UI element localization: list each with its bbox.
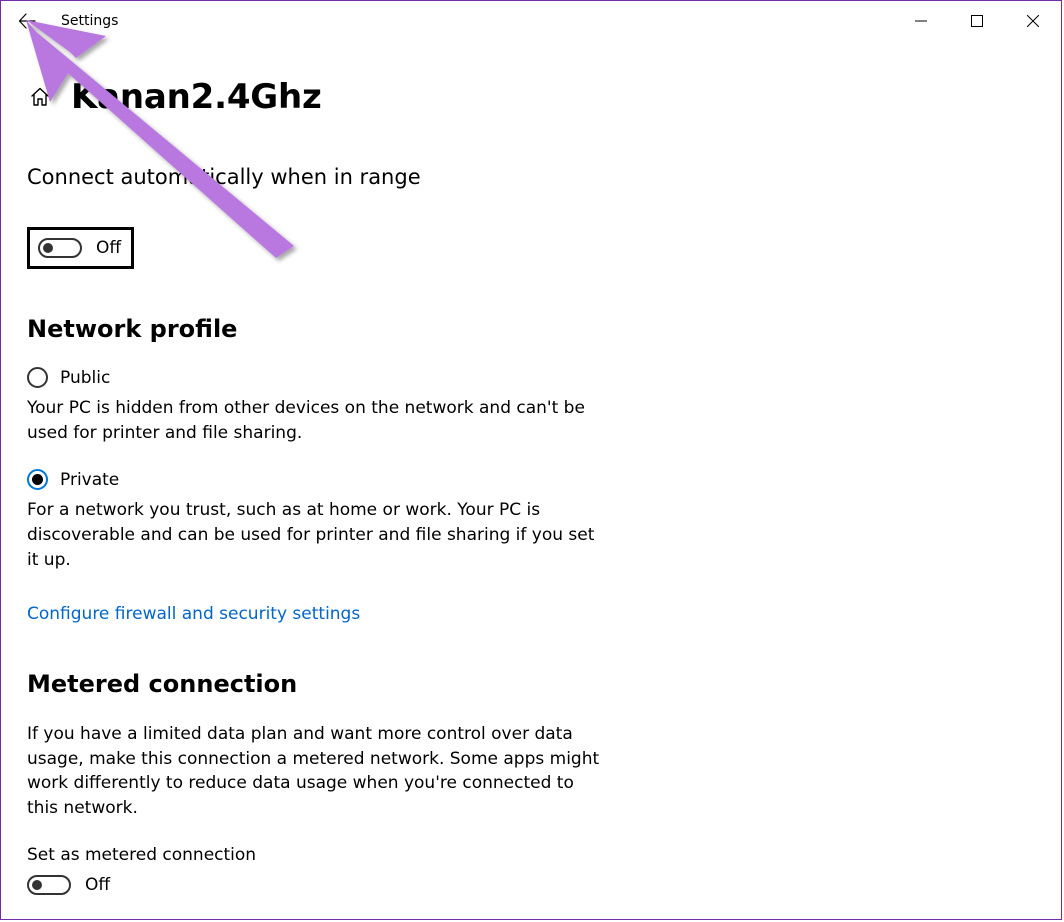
page-title: Kanan2.4Ghz [71,77,322,117]
network-profile-heading: Network profile [27,315,1035,343]
toggle-track [27,875,71,895]
arrow-left-icon [18,12,36,30]
private-description: For a network you trust, such as at home… [27,498,607,572]
radio-circle-selected [27,469,48,490]
public-description: Your PC is hidden from other devices on … [27,396,607,445]
home-icon [29,86,51,108]
back-button[interactable] [13,7,41,35]
minimize-button[interactable] [893,1,949,41]
radio-private[interactable]: Private [27,469,607,490]
toggle-track [38,238,82,258]
metered-description: If you have a limited data plan and want… [27,722,607,821]
close-button[interactable] [1005,1,1061,41]
metered-state: Off [85,875,110,895]
radio-private-label: Private [60,470,119,490]
minimize-icon [915,15,927,27]
radio-public-label: Public [60,368,110,388]
auto-connect-heading: Connect automatically when in range [27,165,1035,189]
firewall-link[interactable]: Configure firewall and security settings [27,604,360,624]
toggle-thumb [32,880,42,890]
radio-dot [32,474,43,485]
radio-public[interactable]: Public [27,367,607,388]
home-button[interactable] [27,84,53,110]
window-title: Settings [61,13,118,29]
auto-connect-state: Off [96,238,121,258]
metered-toggle[interactable]: Off [27,875,110,895]
metered-heading: Metered connection [27,670,1035,698]
toggle-thumb [43,243,53,253]
page-header: Kanan2.4Ghz [27,77,1035,117]
auto-connect-toggle[interactable]: Off [27,227,134,269]
radio-circle [27,367,48,388]
maximize-button[interactable] [949,1,1005,41]
metered-sub-label: Set as metered connection [27,845,1035,865]
title-bar: Settings [1,1,1061,41]
maximize-icon [971,15,983,27]
close-icon [1027,15,1039,27]
